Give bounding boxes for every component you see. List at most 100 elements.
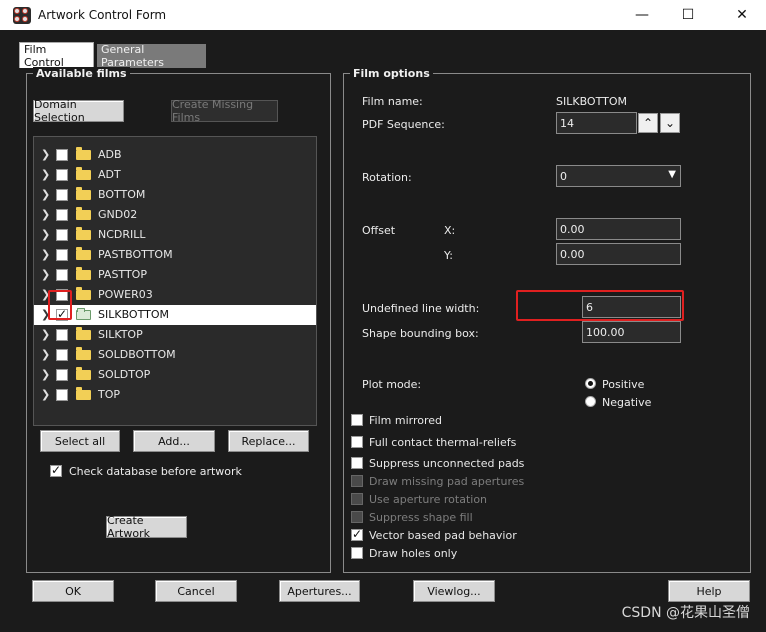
- film-name: SILKTOP: [98, 328, 143, 341]
- highlight-box: [516, 290, 684, 321]
- chevron-right-icon[interactable]: ❯: [41, 248, 50, 261]
- folder-icon: [76, 147, 91, 160]
- film-mirrored-checkbox[interactable]: [351, 414, 363, 426]
- film-checkbox[interactable]: [56, 269, 68, 281]
- negative-label: Negative: [602, 396, 652, 409]
- film-checkbox[interactable]: [56, 329, 68, 341]
- tree-row-power03[interactable]: ❯ POWER03: [34, 285, 316, 305]
- suppress-unconnected-pads-label: Suppress unconnected pads: [369, 457, 525, 470]
- vector-based-pad-behavior-label: Vector based pad behavior: [369, 529, 517, 542]
- replace-button[interactable]: Replace...: [228, 430, 309, 452]
- minimize-icon[interactable]: —: [619, 0, 665, 30]
- film-checkbox[interactable]: [56, 209, 68, 221]
- rotation-select[interactable]: 0 ▼: [556, 165, 681, 187]
- tree-row-soldtop[interactable]: ❯ SOLDTOP: [34, 365, 316, 385]
- film-options-title: Film options: [350, 67, 433, 80]
- chevron-right-icon[interactable]: ❯: [41, 188, 50, 201]
- offset-y-label: Y:: [444, 249, 453, 262]
- tree-row-bottom[interactable]: ❯ BOTTOM: [34, 185, 316, 205]
- cancel-button[interactable]: Cancel: [155, 580, 237, 602]
- vector-based-pad-behavior-checkbox[interactable]: [351, 527, 363, 541]
- folder-icon: [76, 367, 91, 380]
- chevron-right-icon[interactable]: ❯: [41, 348, 50, 361]
- full-contact-thermal-reliefs-checkbox[interactable]: [351, 436, 363, 448]
- app-icon: [13, 7, 31, 24]
- chevron-right-icon[interactable]: ❯: [41, 328, 50, 341]
- film-checkbox[interactable]: [56, 349, 68, 361]
- suppress-shape-fill-label: Suppress shape fill: [369, 511, 473, 524]
- film-checkbox[interactable]: [56, 149, 68, 161]
- film-checkbox[interactable]: [56, 229, 68, 241]
- dialog-body: Film Control General Parameters Availabl…: [0, 30, 766, 632]
- tree-row-adb[interactable]: ❯ ADB: [34, 145, 316, 165]
- film-checkbox[interactable]: [56, 249, 68, 261]
- folder-icon: [76, 207, 91, 220]
- positive-radio[interactable]: [585, 378, 596, 389]
- chevron-right-icon[interactable]: ❯: [41, 268, 50, 281]
- full-contact-thermal-reliefs-label: Full contact thermal-reliefs: [369, 436, 517, 449]
- tree-row-pasttop[interactable]: ❯ PASTTOP: [34, 265, 316, 285]
- folder-icon: [76, 327, 91, 340]
- dropdown-arrow-icon[interactable]: ▼: [668, 169, 676, 180]
- tree-row-gnd02[interactable]: ❯ GND02: [34, 205, 316, 225]
- tree-row-pastbottom[interactable]: ❯ PASTBOTTOM: [34, 245, 316, 265]
- film-name: ADB: [98, 148, 122, 161]
- tab-general-parameters[interactable]: General Parameters: [97, 43, 206, 69]
- draw-holes-only-checkbox[interactable]: [351, 547, 363, 559]
- apertures-button[interactable]: Apertures...: [279, 580, 360, 602]
- maximize-icon[interactable]: ☐: [665, 0, 711, 30]
- film-name: GND02: [98, 208, 138, 221]
- film-checkbox[interactable]: [56, 369, 68, 381]
- chevron-down-icon[interactable]: ⌄: [660, 113, 680, 133]
- draw-missing-pad-apertures-checkbox[interactable]: [351, 475, 363, 487]
- chevron-right-icon[interactable]: ❯: [41, 168, 50, 181]
- available-films-title: Available films: [33, 67, 130, 80]
- film-checkbox[interactable]: [56, 169, 68, 181]
- folder-icon: [76, 167, 91, 180]
- shape-bounding-box-input[interactable]: 100.00: [582, 321, 681, 343]
- film-name: NCDRILL: [98, 228, 146, 241]
- create-artwork-button[interactable]: Create Artwork: [106, 514, 187, 540]
- offset-y-input[interactable]: 0.00: [556, 243, 681, 265]
- check-database-checkbox[interactable]: [50, 463, 62, 477]
- chevron-right-icon[interactable]: ❯: [41, 368, 50, 381]
- draw-missing-pad-apertures-label: Draw missing pad apertures: [369, 475, 525, 488]
- folder-icon: [76, 227, 91, 240]
- watermark: CSDN @花果山圣僧: [621, 605, 750, 621]
- film-name: TOP: [98, 388, 121, 401]
- plot-mode-label: Plot mode:: [362, 378, 422, 391]
- offset-x-input[interactable]: 0.00: [556, 218, 681, 240]
- chevron-right-icon[interactable]: ❯: [41, 208, 50, 221]
- tree-row-adt[interactable]: ❯ ADT: [34, 165, 316, 185]
- film-tree[interactable]: ❯ ADB ❯ ADT ❯ BOTTOM ❯ GND02 ❯ NCDRILL ❯…: [33, 136, 317, 426]
- chevron-right-icon[interactable]: ❯: [41, 148, 50, 161]
- domain-selection-button[interactable]: Domain Selection: [33, 98, 124, 124]
- film-name: ADT: [98, 168, 121, 181]
- tab-film-control[interactable]: Film Control: [19, 42, 94, 69]
- close-icon[interactable]: ✕: [719, 0, 765, 30]
- negative-radio[interactable]: [585, 396, 596, 407]
- viewlog-button[interactable]: Viewlog...: [413, 580, 495, 602]
- film-checkbox[interactable]: [56, 189, 68, 201]
- use-aperture-rotation-checkbox[interactable]: [351, 493, 363, 505]
- create-missing-films-button[interactable]: Create Missing Films: [171, 98, 278, 124]
- pdf-sequence-input[interactable]: 14: [556, 112, 637, 134]
- select-all-button[interactable]: Select all: [40, 430, 120, 452]
- tree-row-silkbottom[interactable]: ❯ SILKBOTTOM: [34, 305, 316, 325]
- suppress-unconnected-pads-checkbox[interactable]: [351, 457, 363, 469]
- suppress-shape-fill-checkbox[interactable]: [351, 511, 363, 523]
- chevron-right-icon[interactable]: ❯: [41, 228, 50, 241]
- tree-row-top[interactable]: ❯ TOP: [34, 385, 316, 405]
- add-button[interactable]: Add...: [133, 430, 215, 452]
- film-checkbox[interactable]: [56, 389, 68, 401]
- highlight-box: [48, 290, 72, 320]
- chevron-right-icon[interactable]: ❯: [41, 388, 50, 401]
- help-button[interactable]: Help: [668, 580, 750, 602]
- film-name: SILKBOTTOM: [98, 308, 169, 321]
- tree-row-ncdrill[interactable]: ❯ NCDRILL: [34, 225, 316, 245]
- film-name: POWER03: [98, 288, 153, 301]
- ok-button[interactable]: OK: [32, 580, 114, 602]
- tree-row-soldbottom[interactable]: ❯ SOLDBOTTOM: [34, 345, 316, 365]
- tree-row-silktop[interactable]: ❯ SILKTOP: [34, 325, 316, 345]
- chevron-up-icon[interactable]: ⌃: [638, 113, 658, 133]
